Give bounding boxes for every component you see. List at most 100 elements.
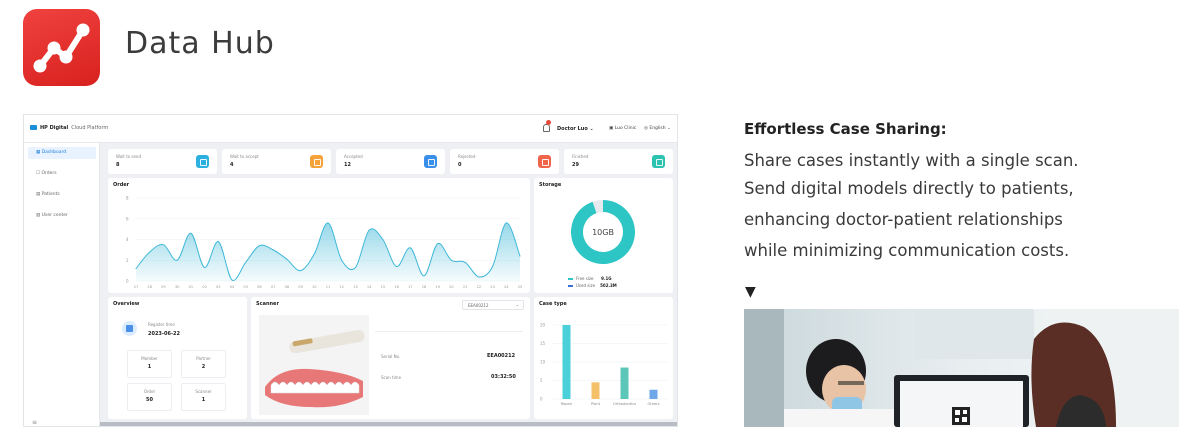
legend-label: Free size — [576, 276, 594, 281]
reject-icon — [538, 155, 551, 168]
hourglass-icon — [310, 155, 323, 168]
send-icon — [196, 155, 209, 168]
x-tick-label: 18 — [422, 285, 427, 289]
x-tick-label: 13 — [353, 285, 358, 289]
sidebar-item-label: Dashboard — [41, 150, 67, 155]
bell-icon[interactable] — [543, 124, 550, 132]
scan-time-value: 03:32:50 — [491, 374, 516, 380]
clinic-menu[interactable]: ▣ Luo Clinic — [609, 126, 636, 131]
stat-label: Wait to send — [116, 154, 142, 159]
stat-label: Finished — [572, 154, 589, 159]
stat-label: Accepted — [344, 154, 363, 159]
menu-collapse-icon[interactable]: ≡ — [32, 419, 37, 426]
x-tick-label: 16 — [394, 285, 399, 289]
x-tick-label: 04 — [230, 285, 235, 289]
y-tick-label: 8 — [126, 196, 129, 201]
bar — [649, 389, 658, 399]
sidebar-item-label: Patients — [41, 192, 60, 197]
sidebar-item-user-center[interactable]: ▥ User center — [28, 210, 96, 222]
serial-value: EEA00212 — [487, 353, 516, 359]
x-tick-label: 12 — [339, 285, 344, 289]
order-point — [176, 259, 178, 261]
x-tick-label: 20 — [449, 285, 454, 289]
scanner-title: Scanner — [256, 301, 279, 307]
order-point — [464, 261, 466, 263]
y-tick-label: 20 — [540, 323, 546, 328]
stat-label: Rejected — [458, 154, 476, 159]
order-point — [396, 265, 398, 267]
x-tick-label: 02 — [202, 285, 207, 289]
bar — [591, 382, 600, 399]
order-card: Order 8 6 4 2 0 27 28 29 30 01 02 03 04 05 06 07 08 09 10 1… — [108, 178, 530, 293]
calendar-icon — [122, 321, 137, 336]
sidebar-item-label: User center — [41, 213, 68, 218]
legend-value: 9.1G — [601, 276, 612, 281]
order-point — [341, 259, 343, 261]
x-tick-label: 11 — [326, 285, 331, 289]
x-tick-label: 21 — [463, 285, 468, 289]
overview-member: Member 1 — [127, 350, 172, 378]
dashboard-sidebar: ▦ Dashboard ☐ Orders ▤ Patients ▥ User c… — [24, 143, 100, 426]
donut-slice — [592, 200, 604, 214]
order-point — [300, 270, 302, 272]
x-tick-label: 23 — [490, 285, 495, 289]
register-label: Register time — [148, 322, 175, 327]
x-tick-label: 24 — [504, 285, 509, 289]
legend-value: 502.3M — [600, 283, 617, 288]
scanner-select[interactable]: EEA00212 ⌄ — [462, 300, 524, 310]
stat-card-wait-to-accept[interactable]: Wait to accept 4 — [222, 149, 331, 174]
finished-icon — [652, 155, 665, 168]
stat-value: 0 — [458, 162, 462, 168]
order-area — [136, 222, 520, 281]
bar — [620, 367, 629, 399]
y-tick-label: 0 — [126, 279, 129, 284]
overview-title: Overview — [113, 301, 140, 307]
doctor-menu[interactable]: Doctor Luo ⌄ — [557, 126, 594, 132]
clinic-name: Luo Clinic — [614, 126, 637, 131]
x-tick-label: 05 — [243, 285, 248, 289]
x-tick-label: 19 — [435, 285, 440, 289]
y-tick-label: 2 — [126, 258, 129, 263]
feature-line: Send digital models directly to patients… — [744, 179, 1074, 198]
serial-label: Serial No. — [381, 354, 401, 359]
y-tick-label: 6 — [126, 216, 129, 221]
stat-card-finished[interactable]: Finished 29 — [564, 149, 673, 174]
scanner-select-value: EEA00212 — [468, 303, 489, 308]
sidebar-item-patients[interactable]: ▤ Patients — [28, 189, 96, 201]
storage-card: Storage 10GB Free size 9.1G Used size 50… — [534, 178, 673, 293]
order-point — [409, 247, 411, 249]
overview-card: Overview Register time 2023-06-22 Member… — [108, 297, 247, 419]
stat-value: 4 — [230, 162, 234, 168]
stat-card-rejected[interactable]: Rejected 0 — [450, 149, 559, 174]
order-point — [135, 268, 137, 270]
overview-partner: Partner 2 — [181, 350, 226, 378]
bar — [562, 325, 571, 399]
x-tick-label: 15 — [381, 285, 386, 289]
x-tick-label: Orthodontics — [613, 402, 636, 406]
cell-label: Partner — [196, 356, 211, 361]
scanner-image — [259, 315, 369, 415]
register-value: 2023-06-22 — [148, 331, 180, 337]
order-point — [190, 232, 192, 234]
x-tick-label: 29 — [161, 285, 166, 289]
case-type-bar-chart: 20 15 10 5 0 Repair Plant Orthodontics Others — [540, 323, 668, 406]
order-point — [272, 249, 274, 251]
scanner-card: Scanner EEA00212 ⌄ Serial No. EEA00212 Sc… — [251, 297, 530, 419]
case-type-card: Case type 20 15 10 5 0 Repair Plant Orthodontic… — [534, 297, 673, 419]
cell-label: Scanner — [195, 389, 212, 394]
stat-card-accepted[interactable]: Accepted 12 — [336, 149, 445, 174]
notification-badge — [546, 120, 551, 125]
order-point — [368, 229, 370, 231]
cell-value: 50 — [146, 397, 153, 403]
language-menu[interactable]: ◎ English ⌄ — [644, 126, 671, 131]
stat-card-wait-to-send[interactable]: Wait to send 8 — [108, 149, 217, 174]
sidebar-item-orders[interactable]: ☐ Orders — [28, 168, 96, 180]
x-tick-label: 22 — [477, 285, 482, 289]
data-hub-logo-icon — [23, 9, 100, 86]
scan-time-label: Scan time — [381, 375, 402, 380]
order-point — [354, 267, 356, 269]
stat-value: 29 — [572, 162, 579, 168]
sidebar-item-dashboard[interactable]: ▦ Dashboard — [28, 147, 96, 159]
x-tick-label: 06 — [257, 285, 262, 289]
order-point — [313, 253, 315, 255]
